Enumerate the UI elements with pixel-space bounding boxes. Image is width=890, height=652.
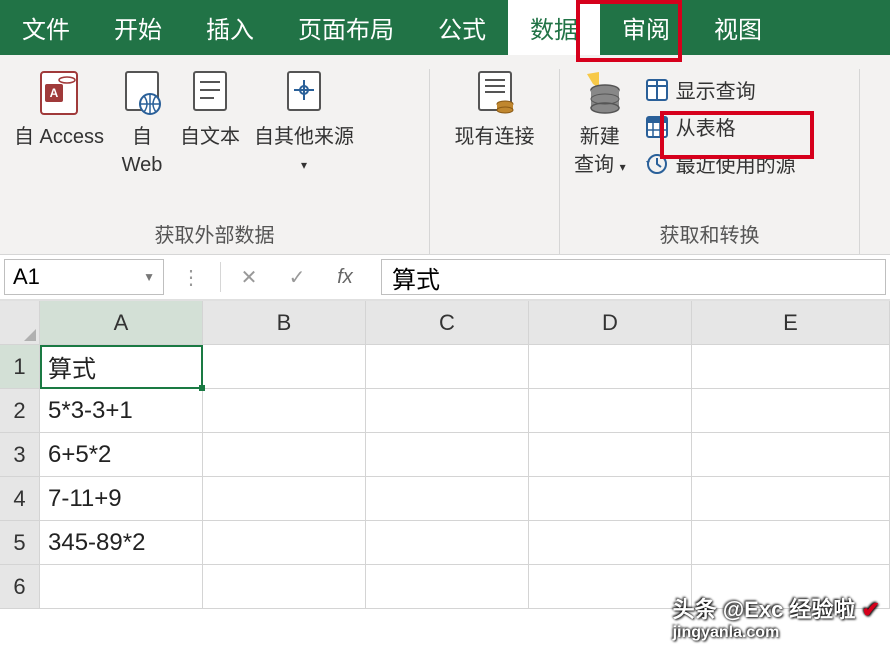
from-other-button[interactable]: 自其他来源 ▾ [254, 69, 354, 179]
cell-B6[interactable] [203, 565, 366, 609]
show-queries-icon [644, 77, 670, 103]
cell-B4[interactable] [203, 477, 366, 521]
col-head-C[interactable]: C [366, 301, 529, 345]
col-head-A[interactable]: A [40, 301, 203, 345]
tab-pagelayout[interactable]: 页面布局 [276, 0, 416, 55]
select-all-corner[interactable] [0, 301, 40, 345]
tab-insert[interactable]: 插入 [184, 0, 276, 55]
col-head-B[interactable]: B [203, 301, 366, 345]
tab-view[interactable]: 视图 [692, 0, 784, 55]
new-query-icon [576, 69, 624, 117]
separator [220, 262, 221, 292]
cell-A3[interactable]: 6+5*2 [40, 433, 203, 477]
cell-D4[interactable] [529, 477, 692, 521]
spreadsheet-grid: A B C D E 1 算式 2 5*3-3+1 3 6+5*2 4 7-11+… [0, 301, 890, 609]
cell-A2[interactable]: 5*3-3+1 [40, 389, 203, 433]
row-head-4[interactable]: 4 [0, 477, 40, 521]
new-query-label-1: 新建 [580, 126, 620, 148]
group-external-data-label: 获取外部数据 [14, 219, 415, 248]
col-head-D[interactable]: D [529, 301, 692, 345]
expand-namebox-button[interactable]: ⋮ [172, 259, 212, 295]
web-icon [118, 69, 166, 117]
highlight-box-data-tab [576, 0, 682, 62]
cell-D1[interactable] [529, 345, 692, 389]
cell-C5[interactable] [366, 521, 529, 565]
cell-D5[interactable] [529, 521, 692, 565]
cell-A4[interactable]: 7-11+9 [40, 477, 203, 521]
cell-D3[interactable] [529, 433, 692, 477]
group-connections: 现有连接 [430, 69, 560, 254]
cell-E3[interactable] [692, 433, 890, 477]
other-source-icon [280, 69, 328, 117]
from-web-button[interactable]: 自 Web [118, 69, 166, 179]
dropdown-icon: ▾ [254, 151, 354, 179]
row-head-5[interactable]: 5 [0, 521, 40, 565]
formula-bar: A1 ▼ ⋮ ✕ ✓ fx 算式 [0, 255, 890, 301]
cell-B3[interactable] [203, 433, 366, 477]
group-get-transform: 新建查询 ▾ 显示查询 从表格 最近使用的源 获取和转换 [560, 69, 860, 254]
svg-text:A: A [50, 86, 59, 100]
group-external-data: A 自 Access 自 Web 自文本 自其他来源 ▾ [0, 69, 430, 254]
access-icon: A [35, 69, 83, 117]
cell-D2[interactable] [529, 389, 692, 433]
cell-B2[interactable] [203, 389, 366, 433]
from-access-label: 自 Access [14, 123, 104, 151]
tab-home[interactable]: 开始 [92, 0, 184, 55]
cell-D6[interactable] [529, 565, 692, 609]
cell-E5[interactable] [692, 521, 890, 565]
ribbon-tabs: 文件 开始 插入 页面布局 公式 数据 审阅 视图 [0, 0, 890, 55]
cell-B5[interactable] [203, 521, 366, 565]
row-head-1[interactable]: 1 [0, 345, 40, 389]
from-text-button[interactable]: 自文本 [180, 69, 240, 151]
cell-C3[interactable] [366, 433, 529, 477]
group-get-transform-label: 获取和转换 [574, 219, 845, 248]
name-box[interactable]: A1 ▼ [4, 259, 164, 295]
from-web-label-1: 自 [132, 126, 152, 148]
highlight-box-from-table [660, 111, 814, 159]
tab-formulas[interactable]: 公式 [416, 0, 508, 55]
cell-C1[interactable] [366, 345, 529, 389]
cell-C2[interactable] [366, 389, 529, 433]
cell-E4[interactable] [692, 477, 890, 521]
row-head-6[interactable]: 6 [0, 565, 40, 609]
cell-A5[interactable]: 345-89*2 [40, 521, 203, 565]
cell-E1[interactable] [692, 345, 890, 389]
new-query-label-2: 查询 [574, 154, 614, 176]
tab-file[interactable]: 文件 [0, 0, 92, 55]
existing-connections-button[interactable]: 现有连接 [455, 69, 535, 151]
formula-value: 算式 [392, 260, 440, 295]
check-icon: ✔ [862, 597, 880, 622]
show-queries-label: 显示查询 [676, 75, 756, 104]
dropdown-icon: ▾ [620, 160, 626, 174]
connections-icon [471, 69, 519, 117]
watermark: 头条 @Exc 经验啦 ✔ jingyanla.com [673, 592, 880, 642]
show-queries-button[interactable]: 显示查询 [640, 73, 800, 106]
cancel-button[interactable]: ✕ [229, 259, 269, 295]
fx-button[interactable]: fx [325, 259, 365, 295]
existing-connections-label: 现有连接 [455, 123, 535, 151]
cell-C6[interactable] [366, 565, 529, 609]
from-other-label: 自其他来源 [254, 126, 354, 148]
cell-C4[interactable] [366, 477, 529, 521]
cell-E2[interactable] [692, 389, 890, 433]
row-head-2[interactable]: 2 [0, 389, 40, 433]
cell-A6[interactable] [40, 565, 203, 609]
dropdown-icon[interactable]: ▼ [143, 270, 155, 284]
col-head-E[interactable]: E [692, 301, 890, 345]
new-query-button[interactable]: 新建查询 ▾ [574, 69, 626, 181]
from-text-label: 自文本 [180, 123, 240, 151]
enter-button[interactable]: ✓ [277, 259, 317, 295]
from-web-label-2: Web [122, 154, 163, 176]
watermark-line2: jingyanla.com [673, 624, 880, 642]
formula-input[interactable]: 算式 [381, 259, 886, 295]
text-file-icon [186, 69, 234, 117]
from-access-button[interactable]: A 自 Access [14, 69, 104, 151]
name-box-value: A1 [13, 264, 40, 290]
cell-A1[interactable]: 算式 [40, 345, 203, 389]
watermark-line1: 头条 @Exc 经验啦 [673, 597, 856, 622]
row-head-3[interactable]: 3 [0, 433, 40, 477]
cell-B1[interactable] [203, 345, 366, 389]
